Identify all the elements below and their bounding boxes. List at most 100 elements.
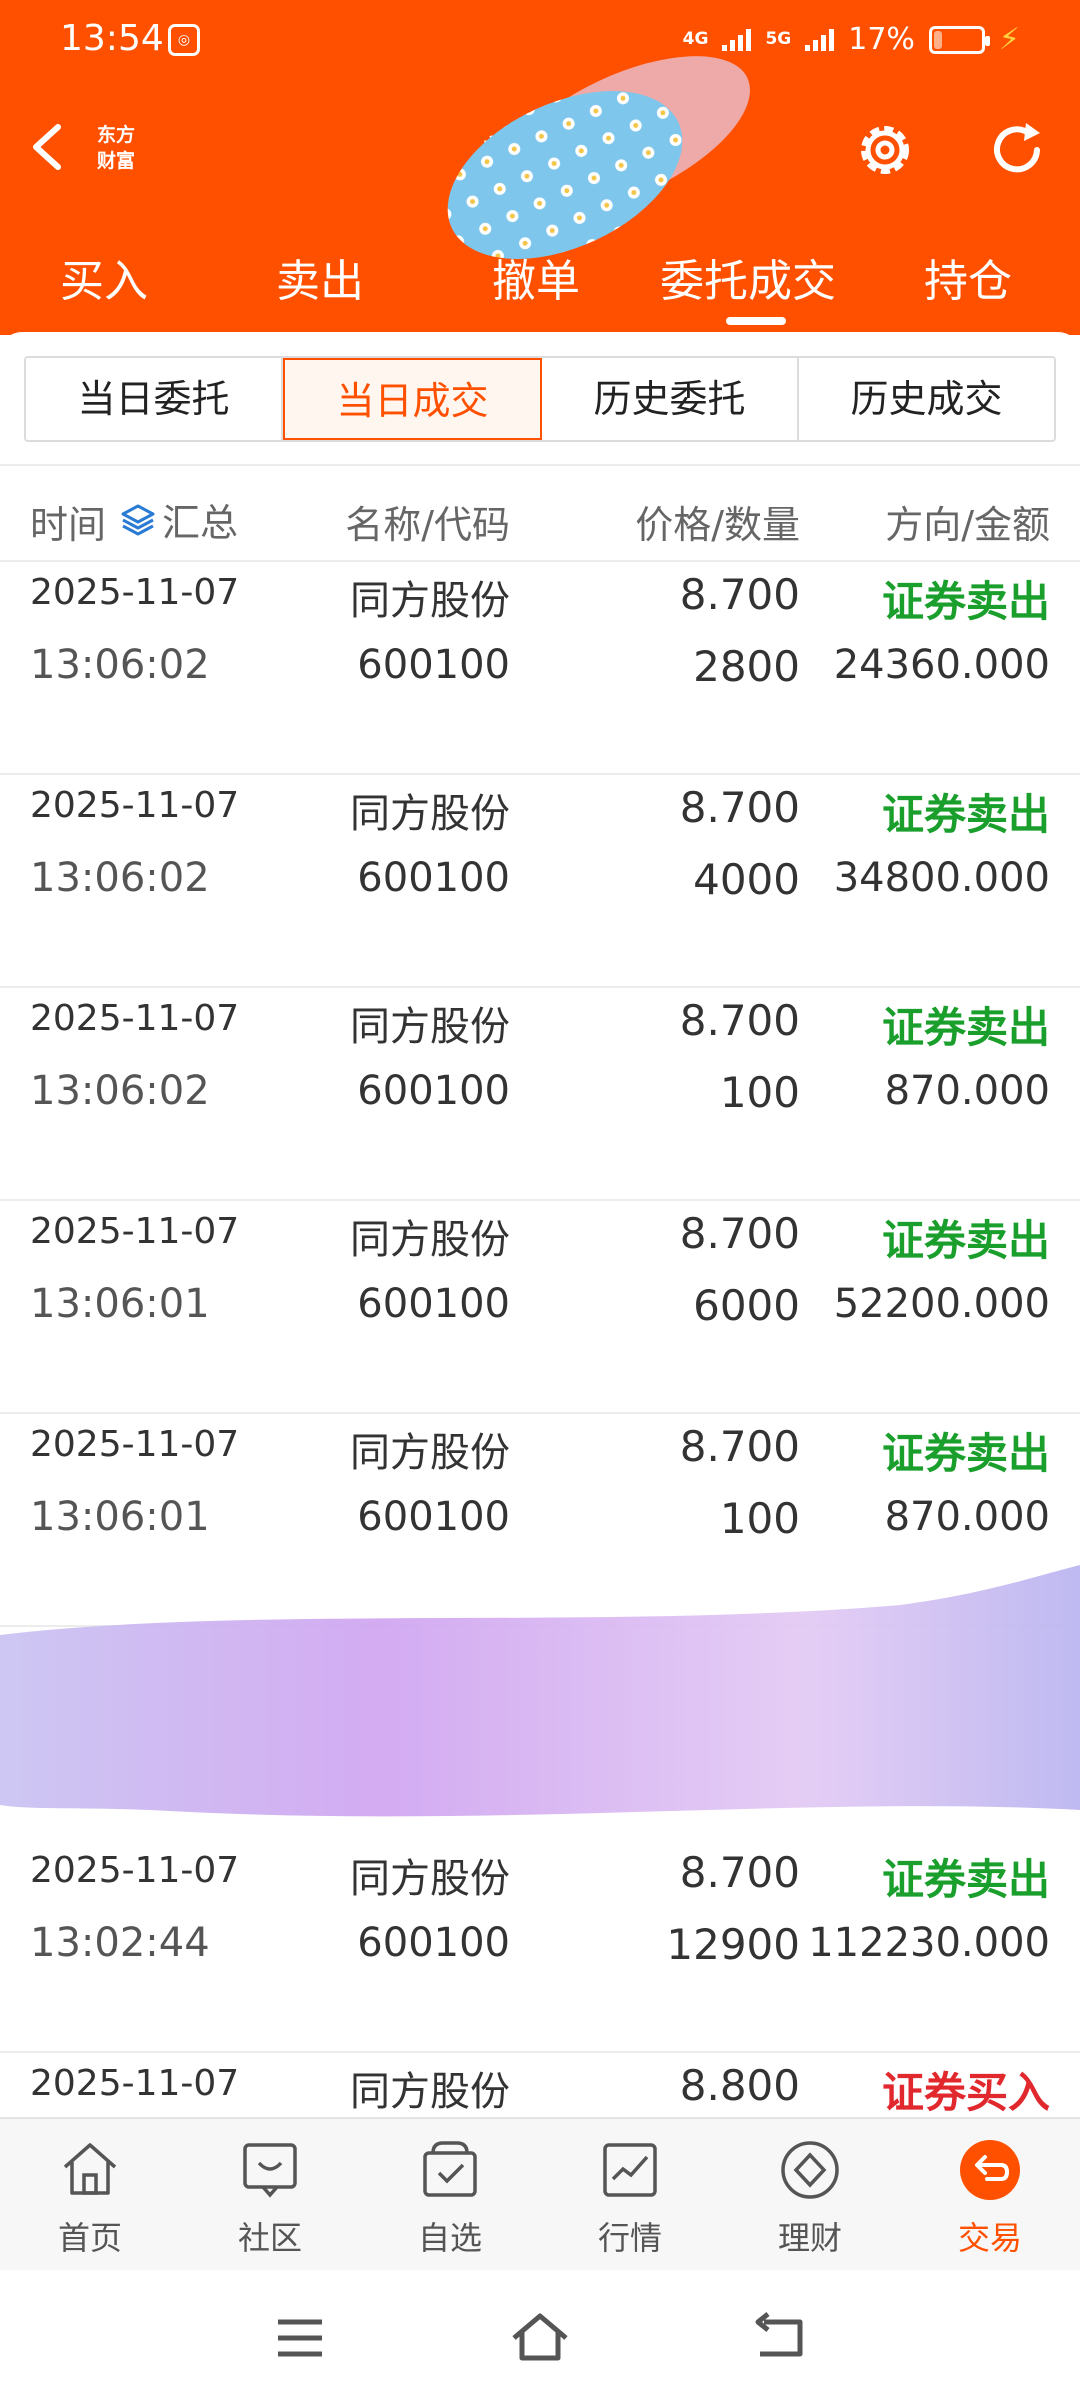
trade-direction: 证券卖出: [881, 577, 1050, 626]
network-5g-indicator: 5G: [765, 29, 792, 49]
trade-direction: 证券卖出: [881, 1429, 1050, 1478]
community-icon: [243, 2143, 297, 2198]
trade-direction: 证券卖出: [881, 1216, 1050, 1265]
trade-date: 2025-11-07: [30, 1850, 240, 1891]
trade-amount: 24360.000: [833, 642, 1050, 688]
signal-strength-icon: [722, 28, 752, 51]
app-header: 13:54 ◎ 4G 5G 17% ⚡ 东方 财富 普通交 买入 卖出 撤单 委…: [0, 0, 1080, 335]
gear-icon[interactable]: [850, 115, 920, 185]
system-back-icon[interactable]: [750, 2308, 810, 2368]
tab-sell[interactable]: 卖出: [276, 245, 364, 309]
nav-watchlist[interactable]: 自选: [360, 2137, 540, 2259]
trade-direction: 证券卖出: [881, 1855, 1050, 1904]
col-price-qty: 价格/数量: [635, 503, 800, 547]
menu-icon[interactable]: [270, 2308, 330, 2368]
stock-code: 600100: [357, 1281, 510, 1327]
col-time: 时间: [30, 503, 107, 547]
col-name-code: 名称/代码: [345, 503, 510, 547]
trade-amount: 52200.000: [833, 1281, 1050, 1327]
trade-tabs: 买入 卖出 撤单 委托成交 持仓: [0, 235, 1080, 335]
segment-history-trades[interactable]: 历史成交: [799, 358, 1054, 440]
column-headers: 时间 汇总 名称/代码 价格/数量 方向/金额: [0, 480, 1080, 560]
trade-direction: 证券卖出: [881, 790, 1050, 839]
trade-row[interactable]: 2025-11-07 同方股份 8.800 证券买入: [0, 2053, 1080, 2117]
trade-price: 8.700: [679, 783, 800, 832]
market-icon: [603, 2143, 657, 2197]
refresh-icon[interactable]: [982, 115, 1052, 185]
stock-name: 同方股份: [350, 1856, 510, 1902]
trade-price: 8.700: [679, 1848, 800, 1897]
battery-level-fill: [933, 30, 943, 49]
divider: [0, 464, 1080, 466]
trade-quantity: 4000: [693, 855, 800, 904]
trade-date: 2025-11-07: [30, 998, 240, 1039]
segment-today-orders[interactable]: 当日委托: [26, 358, 283, 440]
trade-price: 8.700: [679, 996, 800, 1045]
stock-code: 600100: [357, 1068, 510, 1114]
content-panel: 当日委托 当日成交 历史委托 历史成交 时间 汇总 名称/代码 价格/数量 方向…: [0, 332, 1080, 2117]
nav-trade[interactable]: 交易: [900, 2137, 1080, 2259]
trade-date: 2025-11-07: [30, 785, 240, 826]
tab-cancel-order[interactable]: 撤单: [492, 245, 580, 309]
trade-amount: 870.000: [884, 1068, 1050, 1114]
system-navigation-bar: [0, 2270, 1080, 2400]
layers-icon: [121, 504, 155, 535]
summary-label: 汇总: [162, 501, 239, 545]
trade-quantity: 100: [719, 1068, 800, 1117]
trade-date: 2025-11-07: [30, 1424, 240, 1465]
trade-amount: 34800.000: [833, 855, 1050, 901]
segment-today-trades[interactable]: 当日成交: [283, 358, 542, 440]
home-icon: [63, 2143, 117, 2195]
status-indicators: 4G 5G 17% ⚡: [683, 22, 1020, 57]
trade-time: 13:06:01: [30, 1494, 210, 1540]
trade-row[interactable]: 2025-11-07 13:06:02 同方股份 600100 8.700 100 证券卖出…: [0, 988, 1080, 1201]
trade-time: 13:06:02: [30, 642, 210, 688]
status-bar: 13:54 ◎ 4G 5G 17% ⚡: [0, 0, 1080, 85]
trade-row[interactable]: 2025-11-07 13:06:01 同方股份 600100 8.700 6000 证券卖…: [0, 1201, 1080, 1414]
trade-time: 13:06:02: [30, 1068, 210, 1114]
tab-orders-trades[interactable]: 委托成交: [660, 245, 836, 309]
segment-history-orders[interactable]: 历史委托: [542, 358, 799, 440]
trade-row[interactable]: 2025-11-07 13:06:02 同方股份 600100 8.700 2800 证券卖…: [0, 562, 1080, 775]
nav-home-label: 首页: [57, 2219, 122, 2257]
watchlist-icon: [423, 2141, 477, 2197]
stock-name: 同方股份: [350, 1430, 510, 1476]
system-home-icon[interactable]: [510, 2308, 570, 2368]
battery-percent: 17%: [848, 22, 915, 57]
trade-date: 2025-11-07: [30, 2063, 240, 2104]
nav-trade-label: 交易: [957, 2219, 1022, 2257]
stock-name: 同方股份: [350, 1004, 510, 1050]
active-tab-indicator: [726, 317, 786, 325]
stock-name: 同方股份: [350, 791, 510, 837]
nav-community[interactable]: 社区: [180, 2137, 360, 2259]
tab-positions[interactable]: 持仓: [924, 245, 1012, 309]
tab-buy[interactable]: 买入: [60, 245, 148, 309]
trade-row[interactable]: 2025-11-07 13:06:02 同方股份 600100 8.700 4000 证券卖…: [0, 775, 1080, 988]
trade-quantity: 12900: [666, 1920, 800, 1969]
nav-market[interactable]: 行情: [540, 2137, 720, 2259]
charging-icon: ⚡: [998, 22, 1020, 57]
trade-row[interactable]: 2025-11-07 13:02:44 同方股份 600100 8.700 12900 证券…: [0, 1840, 1080, 2053]
bottom-navigation: 首页 社区 自选 行情 理财 交易: [0, 2117, 1080, 2270]
trade-price: 8.700: [679, 1422, 800, 1471]
trade-quantity: 6000: [693, 1281, 800, 1330]
summary-toggle[interactable]: 汇总: [120, 492, 238, 547]
trade-quantity: 2800: [693, 642, 800, 691]
date-range-segmented-control: 当日委托 当日成交 历史委托 历史成交: [24, 356, 1056, 442]
nav-home[interactable]: 首页: [0, 2137, 180, 2259]
trade-price: 8.700: [679, 1209, 800, 1258]
trade-date: 2025-11-07: [30, 572, 240, 613]
trade-date: 2025-11-07: [30, 1211, 240, 1252]
trade-list: 2025-11-07 13:06:02 同方股份 600100 8.700 2800 证券卖…: [0, 562, 1080, 2117]
trade-time: 13:02:44: [30, 1920, 210, 1966]
signal-strength-icon-2: [805, 28, 835, 51]
trade-amount: 112230.000: [808, 1920, 1050, 1966]
trade-row[interactable]: 2025-11-07 13:06:01 同方股份 600100 8.700 100 证券卖出…: [0, 1414, 1080, 1627]
nav-community-label: 社区: [237, 2219, 302, 2257]
nav-finance[interactable]: 理财: [720, 2137, 900, 2259]
trade-price: 8.700: [679, 570, 800, 619]
trade-quantity: 100: [719, 1494, 800, 1543]
stock-code: 600100: [357, 642, 510, 688]
trade-price: 8.800: [679, 2061, 800, 2110]
col-direction-amount: 方向/金额: [885, 503, 1050, 547]
